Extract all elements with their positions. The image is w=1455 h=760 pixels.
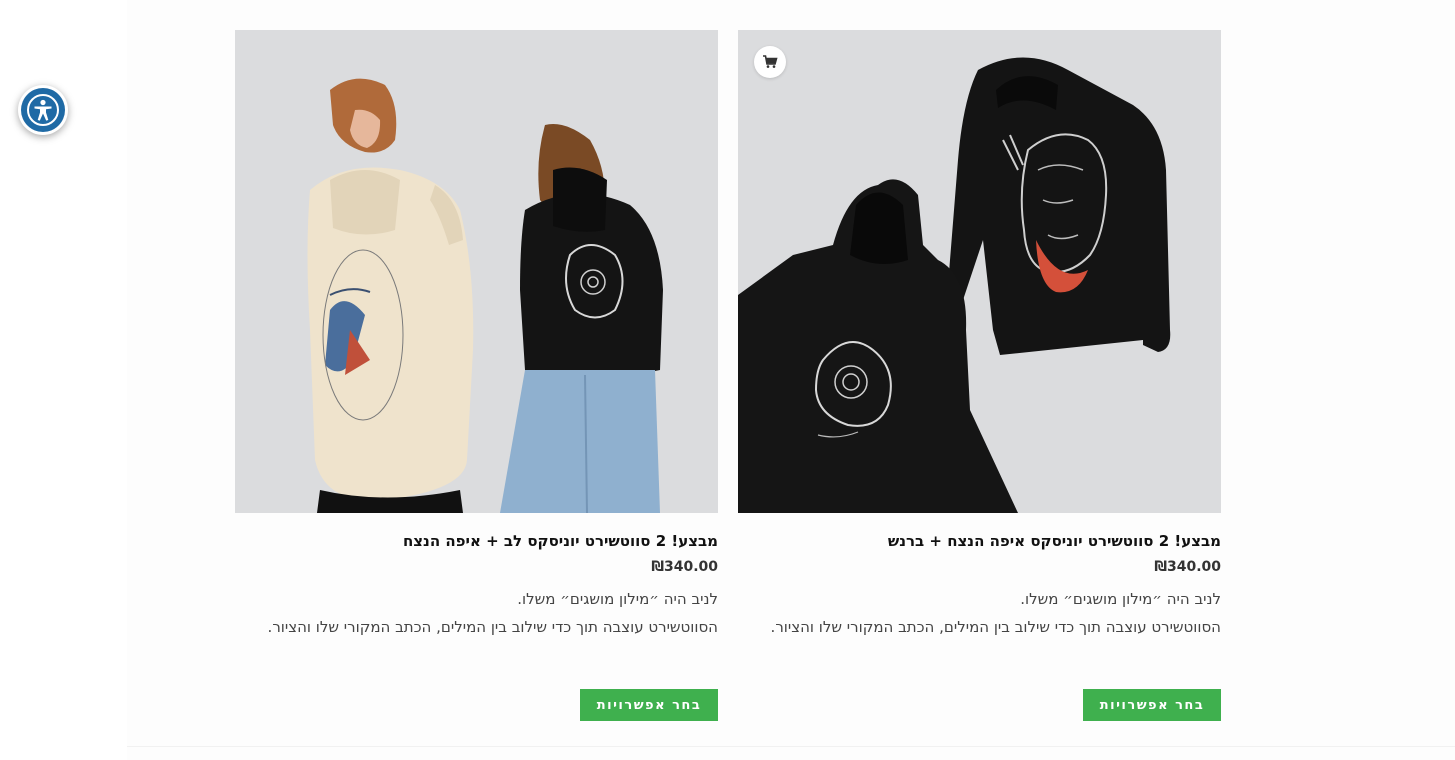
choose-options-button[interactable]: בחר אפשרויות: [580, 689, 718, 721]
product-image[interactable]: [235, 30, 718, 513]
product-description: לניב היה ״מילון מושגים״ משלו. הסווטשירט …: [235, 585, 718, 641]
product-title[interactable]: מבצע! 2 סווטשירט יוניסקס לב + איפה הנצח: [235, 531, 718, 551]
description-line: הסווטשירט עוצבה תוך כדי שילוב בין המילים…: [770, 618, 1221, 636]
divider: [127, 746, 1455, 747]
product-price: ₪340.00: [1154, 559, 1221, 575]
product-card: מבצע! 2 סווטשירט יוניסקס לב + איפה הנצח …: [235, 30, 718, 721]
product-price: ₪340.00: [651, 559, 718, 575]
description-line: לניב היה ״מילון מושגים״ משלו.: [1020, 590, 1221, 608]
choose-options-button[interactable]: בחר אפשרויות: [1083, 689, 1221, 721]
product-title[interactable]: מבצע! 2 סווטשירט יוניסקס איפה הנצח + ברנ…: [738, 531, 1221, 551]
description-line: הסווטשירט עוצבה תוך כדי שילוב בין המילים…: [267, 618, 718, 636]
description-line: לניב היה ״מילון מושגים״ משלו.: [517, 590, 718, 608]
add-to-cart-button[interactable]: [754, 46, 786, 78]
product-image[interactable]: [738, 30, 1221, 513]
accessibility-button[interactable]: [18, 85, 68, 135]
cart-icon: [763, 55, 778, 68]
accessibility-icon: [21, 88, 65, 132]
hoodies-photo-illustration: [235, 30, 718, 513]
product-card: מבצע! 2 סווטשירט יוניסקס איפה הנצח + ברנ…: [738, 30, 1221, 721]
product-description: לניב היה ״מילון מושגים״ משלו. הסווטשירט …: [738, 585, 1221, 641]
page: מבצע! 2 סווטשירט יוניסקס איפה הנצח + ברנ…: [0, 0, 1455, 760]
hoodies-illustration: [738, 30, 1221, 513]
